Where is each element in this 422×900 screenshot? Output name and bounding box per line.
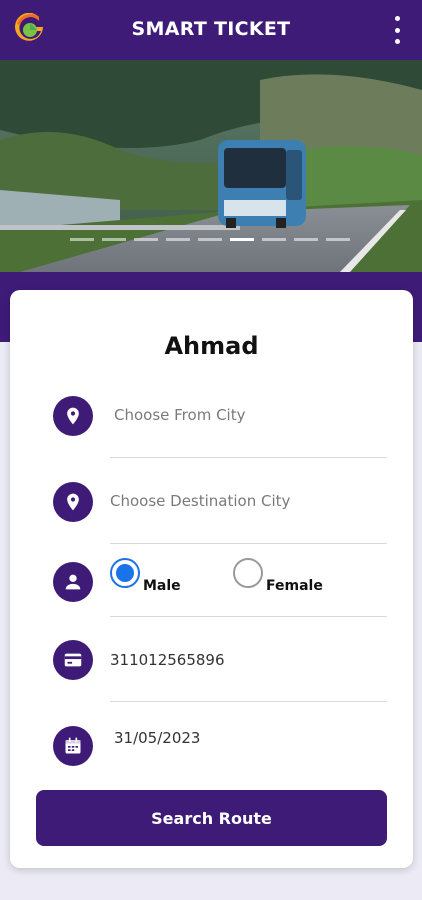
- card-icon: [53, 640, 93, 680]
- gender-female-radio[interactable]: [233, 558, 263, 588]
- divider: [110, 457, 387, 458]
- divider: [110, 543, 387, 544]
- more-options-icon[interactable]: [392, 16, 402, 44]
- location-pin-icon: [53, 396, 93, 436]
- from-city-field[interactable]: Choose From City: [114, 406, 245, 424]
- cnic-field[interactable]: 311012565896: [110, 651, 225, 669]
- app-title: SMART TICKET: [131, 18, 291, 40]
- divider: [110, 616, 387, 617]
- app-bar: SMART TICKET: [0, 0, 422, 60]
- gender-female-label[interactable]: Female: [266, 578, 323, 594]
- search-route-button[interactable]: Search Route: [36, 790, 387, 846]
- bus-illustration: [218, 140, 306, 228]
- person-icon: [53, 562, 93, 602]
- gender-male-label[interactable]: Male: [143, 578, 181, 594]
- hero-banner: [0, 60, 422, 272]
- calendar-icon: [53, 726, 93, 766]
- carousel-indicator[interactable]: [70, 238, 350, 241]
- destination-city-field[interactable]: Choose Destination City: [110, 492, 290, 510]
- divider: [110, 701, 387, 702]
- booking-form-card: Ahmad Choose From City Choose Destinatio…: [10, 290, 413, 868]
- gender-male-radio[interactable]: [110, 558, 140, 588]
- location-pin-icon: [53, 482, 93, 522]
- travel-date-field[interactable]: 31/05/2023: [114, 729, 200, 747]
- user-name: Ahmad: [164, 332, 259, 360]
